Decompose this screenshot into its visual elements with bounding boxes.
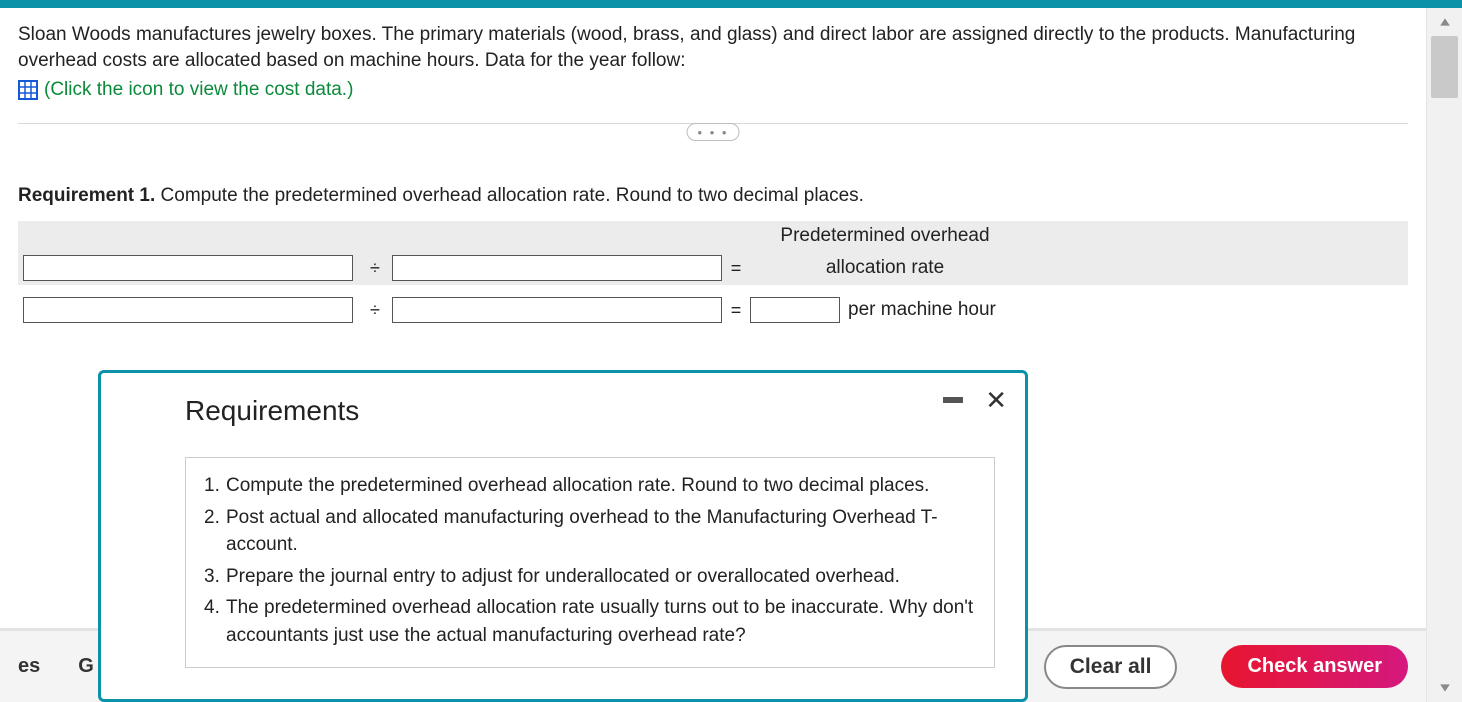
divide-symbol: ÷ [358, 251, 392, 285]
bottom-left-fragments: es G [18, 655, 94, 678]
list-item: 4.The predetermined overhead allocation … [204, 594, 976, 649]
requirements-popup: ✕ Requirements 1.Compute the predetermin… [98, 370, 1028, 702]
cost-data-link-text[interactable]: (Click the icon to view the cost data.) [44, 79, 353, 101]
vertical-scrollbar[interactable] [1426, 8, 1462, 702]
requirements-popup-title: Requirements [185, 395, 995, 427]
scroll-down-arrow-icon[interactable] [1427, 674, 1462, 702]
result-unit-label: per machine hour [848, 299, 996, 321]
fragment-es: es [18, 655, 40, 678]
expand-ellipsis-button[interactable]: • • • [687, 123, 740, 141]
requirements-list: 1.Compute the predetermined overhead all… [185, 457, 995, 668]
section-divider: • • • [18, 123, 1408, 145]
requirement-1-text: Compute the predetermined overhead alloc… [155, 185, 864, 206]
cost-data-link-row[interactable]: (Click the icon to view the cost data.) [18, 79, 1408, 101]
table-icon [18, 80, 38, 100]
window-top-accent [0, 0, 1462, 8]
result-header-line2: allocation rate [826, 258, 944, 279]
denominator-value-input[interactable] [392, 297, 722, 323]
req-item-2: Post actual and allocated manufacturing … [226, 504, 976, 559]
list-item: 3.Prepare the journal entry to adjust fo… [204, 563, 976, 591]
check-answer-button[interactable]: Check answer [1221, 645, 1408, 688]
calc-value-row: ÷ = per machine hour [18, 291, 1408, 329]
numerator-label-input[interactable] [23, 255, 353, 281]
result-header-line1: Predetermined overhead [780, 226, 989, 247]
divide-symbol-2: ÷ [358, 300, 392, 321]
calc-header-row-2: ÷ = allocation rate [18, 251, 1408, 285]
req-item-4: The predetermined overhead allocation ra… [226, 594, 976, 649]
calc-table: Predetermined overhead ÷ = allocation ra… [18, 221, 1408, 329]
equals-symbol-2: = [722, 300, 750, 321]
minimize-icon[interactable] [943, 397, 963, 403]
denominator-label-input[interactable] [392, 255, 722, 281]
fragment-g: G [78, 655, 94, 678]
result-value-input[interactable] [750, 297, 840, 323]
close-icon[interactable]: ✕ [985, 387, 1007, 413]
scroll-up-arrow-icon[interactable] [1427, 8, 1462, 36]
scrollbar-thumb[interactable] [1431, 36, 1458, 98]
req-item-1: Compute the predetermined overhead alloc… [226, 472, 976, 500]
requirement-1-heading: Requirement 1. Compute the predetermined… [18, 185, 1408, 207]
requirement-1-label: Requirement 1. [18, 185, 155, 206]
list-item: 1.Compute the predetermined overhead all… [204, 472, 976, 500]
list-item: 2.Post actual and allocated manufacturin… [204, 504, 976, 559]
problem-intro-text: Sloan Woods manufactures jewelry boxes. … [18, 22, 1408, 73]
req-item-3: Prepare the journal entry to adjust for … [226, 563, 976, 591]
calc-header-row: Predetermined overhead [18, 221, 1408, 251]
numerator-value-input[interactable] [23, 297, 353, 323]
equals-symbol: = [722, 251, 750, 285]
clear-all-button[interactable]: Clear all [1044, 645, 1178, 689]
